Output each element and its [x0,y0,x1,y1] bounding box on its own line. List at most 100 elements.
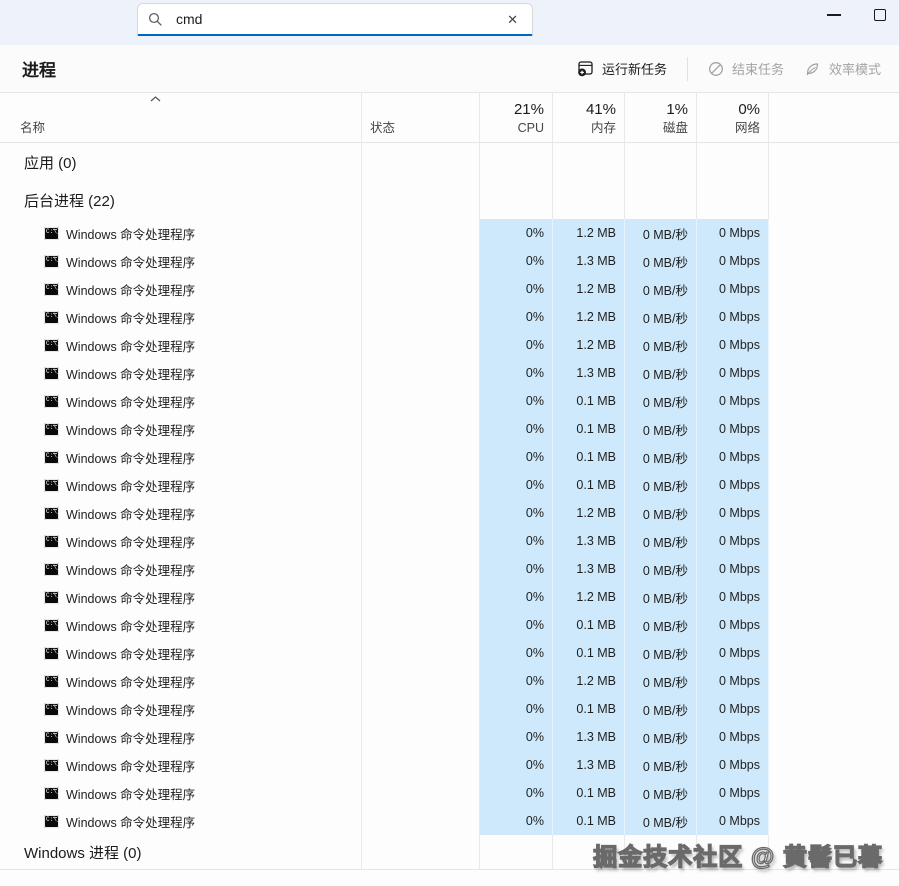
process-status-cell [362,751,480,779]
maximize-button[interactable] [864,0,896,30]
process-cpu-value: 0% [480,611,553,639]
clear-search-icon[interactable]: ✕ [503,11,522,28]
process-memory-value: 1.2 MB [553,499,625,527]
process-row[interactable]: Windows 命令处理程序 0% 1.2 MB 0 MB/秒 0 Mbps [0,219,899,247]
process-disk-value: 0 MB/秒 [625,695,697,723]
process-row[interactable]: Windows 命令处理程序 0% 1.3 MB 0 MB/秒 0 Mbps [0,527,899,555]
process-row[interactable]: Windows 命令处理程序 0% 0.1 MB 0 MB/秒 0 Mbps [0,807,899,835]
process-row[interactable]: Windows 命令处理程序 0% 1.3 MB 0 MB/秒 0 Mbps [0,555,899,583]
process-memory-value: 1.3 MB [553,555,625,583]
toolbar-divider [687,57,688,81]
process-disk-value: 0 MB/秒 [625,611,697,639]
run-new-task-button[interactable]: 运行新任务 [567,52,677,85]
process-cpu-value: 0% [480,471,553,499]
column-header-memory[interactable]: 41% 内存 [553,93,625,142]
process-row[interactable]: Windows 命令处理程序 0% 1.3 MB 0 MB/秒 0 Mbps [0,359,899,387]
process-cpu-value: 0% [480,499,553,527]
process-cpu-value: 0% [480,779,553,807]
process-disk-value: 0 MB/秒 [625,779,697,807]
process-disk-value: 0 MB/秒 [625,583,697,611]
end-task-button[interactable]: 结束任务 [698,52,794,85]
search-input[interactable] [176,11,503,27]
memory-column-label: 内存 [591,121,616,135]
cmd-app-icon [44,423,59,436]
process-cpu-value: 0% [480,415,553,443]
process-cpu-value: 0% [480,723,553,751]
cpu-column-label: CPU [518,121,544,135]
titlebar: ✕ [0,0,899,45]
process-row[interactable]: Windows 命令处理程序 0% 1.2 MB 0 MB/秒 0 Mbps [0,275,899,303]
cmd-app-icon [44,227,59,240]
search-box[interactable]: ✕ [137,3,533,36]
column-header-network[interactable]: 0% 网络 [697,93,769,142]
process-name: Windows 命令处理程序 [66,616,195,635]
process-status-cell [362,527,480,555]
table-header: 名称 状态 21% CPU 41% 内存 1% 磁盘 0% 网络 [0,93,899,143]
process-row[interactable]: Windows 命令处理程序 0% 0.1 MB 0 MB/秒 0 Mbps [0,779,899,807]
process-name: Windows 命令处理程序 [66,532,195,551]
process-row[interactable]: Windows 命令处理程序 0% 1.2 MB 0 MB/秒 0 Mbps [0,303,899,331]
process-row[interactable]: Windows 命令处理程序 0% 0.1 MB 0 MB/秒 0 Mbps [0,639,899,667]
group-header-windows-processes[interactable]: Windows 进程 (0) [0,835,899,870]
process-row[interactable]: Windows 命令处理程序 0% 1.2 MB 0 MB/秒 0 Mbps [0,583,899,611]
process-memory-value: 0.1 MB [553,387,625,415]
process-row[interactable]: Windows 命令处理程序 0% 1.3 MB 0 MB/秒 0 Mbps [0,247,899,275]
process-status-cell [362,583,480,611]
process-network-value: 0 Mbps [697,667,769,695]
process-memory-value: 1.3 MB [553,723,625,751]
process-network-value: 0 Mbps [697,331,769,359]
process-network-value: 0 Mbps [697,527,769,555]
process-status-cell [362,667,480,695]
toolbar: 进程 运行新任务 [0,45,899,93]
process-row[interactable]: Windows 命令处理程序 0% 1.3 MB 0 MB/秒 0 Mbps [0,723,899,751]
column-header-disk[interactable]: 1% 磁盘 [625,93,697,142]
cmd-app-icon [44,479,59,492]
process-row[interactable]: Windows 命令处理程序 0% 0.1 MB 0 MB/秒 0 Mbps [0,695,899,723]
process-row[interactable]: Windows 命令处理程序 0% 1.3 MB 0 MB/秒 0 Mbps [0,751,899,779]
process-cpu-value: 0% [480,527,553,555]
process-network-value: 0 Mbps [697,751,769,779]
process-row[interactable]: Windows 命令处理程序 0% 0.1 MB 0 MB/秒 0 Mbps [0,611,899,639]
process-row[interactable]: Windows 命令处理程序 0% 1.2 MB 0 MB/秒 0 Mbps [0,331,899,359]
group-header-apps[interactable]: 应用 (0) [0,143,899,181]
process-list: Windows 命令处理程序 0% 1.2 MB 0 MB/秒 0 Mbps W… [0,219,899,835]
process-memory-value: 0.1 MB [553,415,625,443]
process-disk-value: 0 MB/秒 [625,807,697,835]
process-disk-value: 0 MB/秒 [625,527,697,555]
process-row[interactable]: Windows 命令处理程序 0% 1.2 MB 0 MB/秒 0 Mbps [0,499,899,527]
process-disk-value: 0 MB/秒 [625,471,697,499]
process-row[interactable]: Windows 命令处理程序 0% 0.1 MB 0 MB/秒 0 Mbps [0,471,899,499]
process-row[interactable]: Windows 命令处理程序 0% 0.1 MB 0 MB/秒 0 Mbps [0,415,899,443]
column-header-status[interactable]: 状态 [362,93,480,142]
cmd-app-icon [44,395,59,408]
process-disk-value: 0 MB/秒 [625,247,697,275]
column-header-name[interactable]: 名称 [0,93,362,142]
process-name: Windows 命令处理程序 [66,812,195,831]
maximize-icon [874,9,886,21]
process-cpu-value: 0% [480,331,553,359]
cmd-app-icon [44,339,59,352]
process-name: Windows 命令处理程序 [66,364,195,383]
network-total-percent: 0% [738,101,760,119]
cmd-app-icon [44,591,59,604]
process-network-value: 0 Mbps [697,639,769,667]
process-network-value: 0 Mbps [697,219,769,247]
process-row[interactable]: Windows 命令处理程序 0% 1.2 MB 0 MB/秒 0 Mbps [0,667,899,695]
cmd-app-icon [44,647,59,660]
efficiency-mode-button[interactable]: 效率模式 [794,52,891,85]
process-name: Windows 命令处理程序 [66,308,195,327]
process-status-cell [362,443,480,471]
process-row[interactable]: Windows 命令处理程序 0% 0.1 MB 0 MB/秒 0 Mbps [0,387,899,415]
group-header-background[interactable]: 后台进程 (22) [0,181,899,219]
cmd-app-icon [44,675,59,688]
cmd-app-icon [44,255,59,268]
column-header-cpu[interactable]: 21% CPU [480,93,553,142]
minimize-button[interactable] [818,0,850,30]
process-network-value: 0 Mbps [697,583,769,611]
process-row[interactable]: Windows 命令处理程序 0% 0.1 MB 0 MB/秒 0 Mbps [0,443,899,471]
process-network-value: 0 Mbps [697,779,769,807]
process-network-value: 0 Mbps [697,415,769,443]
process-cpu-value: 0% [480,639,553,667]
process-name: Windows 命令处理程序 [66,588,195,607]
process-name: Windows 命令处理程序 [66,756,195,775]
